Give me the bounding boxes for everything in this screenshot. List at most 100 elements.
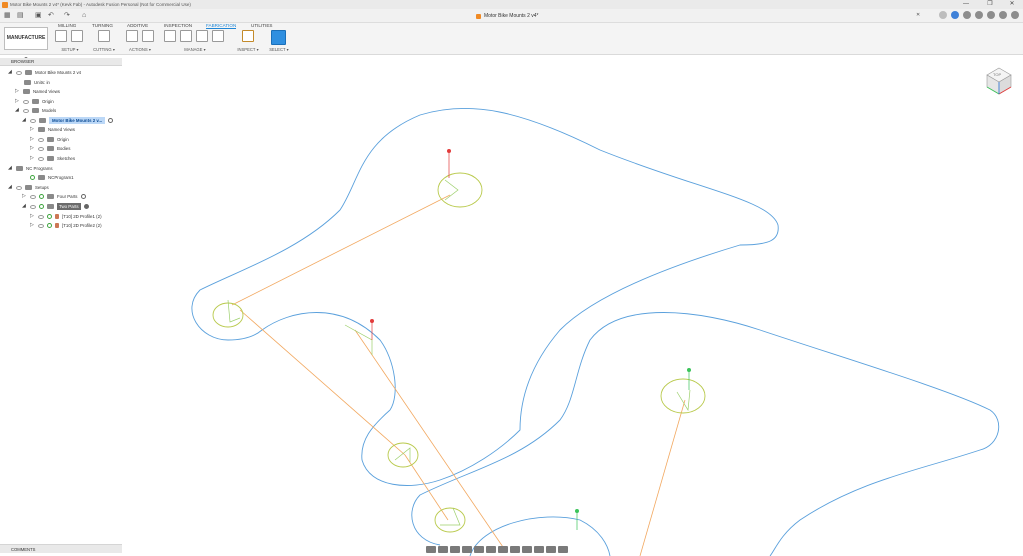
home-icon[interactable]: ⌂ xyxy=(82,12,86,19)
help-icon[interactable] xyxy=(999,11,1007,19)
post-process-icon[interactable] xyxy=(142,30,154,42)
pan-icon[interactable] xyxy=(450,545,460,553)
new-tab-icon[interactable] xyxy=(939,11,947,19)
collapse-arrow-icon[interactable]: ◢ xyxy=(8,185,13,190)
eye-icon[interactable] xyxy=(30,204,36,209)
tree-item-nc-programs[interactable]: ◢ NC Programs xyxy=(8,164,53,173)
save-icon[interactable]: ▣ xyxy=(35,12,42,19)
collapse-arrow-icon[interactable]: ◢ xyxy=(22,204,27,209)
activate-radio-icon[interactable] xyxy=(80,194,86,199)
eye-icon[interactable] xyxy=(38,137,44,142)
tree-item-origin[interactable]: ▷ Origin xyxy=(30,135,69,144)
collapse-arrow-icon[interactable]: ◢ xyxy=(22,118,27,123)
document-tab[interactable]: Motor Bike Mounts 2 v4* xyxy=(476,11,538,21)
eye-icon[interactable] xyxy=(30,194,36,199)
undo-icon[interactable]: ↶ xyxy=(48,12,54,19)
new-folder-icon[interactable] xyxy=(55,30,67,42)
actions-group-label[interactable]: ACTIONS ▾ xyxy=(124,47,156,52)
job-status-icon[interactable] xyxy=(963,11,971,19)
look-at-icon[interactable] xyxy=(438,545,448,553)
tab-inspection[interactable]: INSPECTION xyxy=(164,23,192,28)
setup-icon[interactable] xyxy=(71,30,83,42)
tab-utilities[interactable]: UTILITIES xyxy=(251,23,272,28)
expand-arrow-icon[interactable]: ▷ xyxy=(22,194,27,199)
file-menu-icon[interactable]: ▤ xyxy=(17,12,24,19)
tree-item-named-views[interactable]: ▷ Named Views xyxy=(30,125,75,134)
template-library-icon[interactable] xyxy=(180,30,192,42)
maximize-button[interactable]: ❐ xyxy=(979,0,1001,9)
eye-icon[interactable] xyxy=(38,214,44,219)
post-library-icon[interactable] xyxy=(196,30,208,42)
eye-icon[interactable] xyxy=(38,156,44,161)
orbit-icon[interactable] xyxy=(426,545,436,553)
tree-item-units[interactable]: Units: in xyxy=(24,78,50,87)
toolpath-display-icon[interactable] xyxy=(558,545,568,553)
setup-group-label[interactable]: SETUP ▾ xyxy=(53,47,87,52)
expand-arrow-icon[interactable]: ▷ xyxy=(30,127,35,132)
eye-icon[interactable] xyxy=(38,223,44,228)
stock-icon[interactable] xyxy=(534,545,544,553)
eye-icon[interactable] xyxy=(16,70,22,75)
display-settings-icon[interactable] xyxy=(486,545,496,553)
eye-icon[interactable] xyxy=(23,108,29,113)
eye-icon[interactable] xyxy=(30,118,36,123)
zoom-window-icon[interactable] xyxy=(474,545,484,553)
tree-item-sketches[interactable]: ▷ Sketches xyxy=(30,154,75,163)
workspace-switcher[interactable]: MANUFACTURE ▾ xyxy=(4,27,48,62)
tree-item-models[interactable]: ◢ Models xyxy=(15,106,56,115)
inspect-group-label[interactable]: INSPECT ▾ xyxy=(236,47,260,52)
task-manager-icon[interactable] xyxy=(212,30,224,42)
tree-item-named-views[interactable]: ▷ Named Views xyxy=(15,87,60,96)
collapse-arrow-icon[interactable]: ◢ xyxy=(15,108,20,113)
view-cube[interactable]: TOP xyxy=(984,64,1014,96)
grid-settings-icon[interactable] xyxy=(498,545,508,553)
tree-item-model-component[interactable]: ◢ Motor Bike Mounts 2 v... xyxy=(22,116,114,125)
tree-item-operation[interactable]: ▷ [T10] 2D Profile1 (2) xyxy=(30,212,102,221)
tab-turning[interactable]: TURNING xyxy=(92,23,113,28)
cutting-group-label[interactable]: CUTTING ▾ xyxy=(92,47,116,52)
tree-item-origin[interactable]: ▷ Origin xyxy=(15,97,54,106)
eye-icon[interactable] xyxy=(38,146,44,151)
tool-library-icon[interactable] xyxy=(164,30,176,42)
active-radio-icon[interactable] xyxy=(83,204,89,209)
eye-icon[interactable] xyxy=(23,99,29,104)
tree-item-nc-program[interactable]: NCProgram1 xyxy=(30,173,74,182)
tree-item-root[interactable]: ◢ Motor Bike Mounts 2 v4 xyxy=(8,68,81,77)
tree-item-bodies[interactable]: ▷ Bodies xyxy=(30,144,70,153)
tab-fabrication[interactable]: FABRICATION xyxy=(206,23,237,29)
document-tab-close-button[interactable]: ✕ xyxy=(916,12,920,19)
notifications-icon[interactable] xyxy=(987,11,995,19)
tab-additive[interactable]: ADDITIVE xyxy=(127,23,148,28)
expand-arrow-icon[interactable]: ▷ xyxy=(30,137,35,142)
user-avatar-icon[interactable] xyxy=(1011,11,1019,19)
expand-arrow-icon[interactable]: ▷ xyxy=(30,214,35,219)
simulation-icon[interactable] xyxy=(522,545,532,553)
data-panel-icon[interactable] xyxy=(951,11,959,19)
measure-icon[interactable] xyxy=(242,30,254,42)
eye-icon[interactable] xyxy=(16,185,22,190)
activate-radio-icon[interactable] xyxy=(108,118,114,123)
comments-panel[interactable]: COMMENTS xyxy=(0,544,122,553)
viewports-icon[interactable] xyxy=(510,545,520,553)
redo-icon[interactable]: ↷ xyxy=(64,12,70,19)
browser-header[interactable]: BROWSER xyxy=(0,58,122,66)
expand-arrow-icon[interactable]: ▷ xyxy=(15,99,20,104)
tool-display-icon[interactable] xyxy=(546,545,556,553)
extensions-icon[interactable] xyxy=(975,11,983,19)
simulate-icon[interactable] xyxy=(126,30,138,42)
expand-arrow-icon[interactable]: ▷ xyxy=(30,146,35,151)
tab-milling[interactable]: MILLING xyxy=(58,23,76,28)
zoom-icon[interactable] xyxy=(462,545,472,553)
tree-item-setup-four-parts[interactable]: ▷ Four Parts xyxy=(22,192,86,201)
expand-arrow-icon[interactable]: ▷ xyxy=(15,89,20,94)
select-group-label[interactable]: SELECT ▾ xyxy=(267,47,291,52)
collapse-arrow-icon[interactable]: ◢ xyxy=(8,166,13,171)
expand-arrow-icon[interactable]: ▷ xyxy=(30,156,35,161)
tree-item-setup-two-parts[interactable]: ◢ Two Parts xyxy=(22,202,89,211)
minimize-button[interactable]: — xyxy=(955,0,977,9)
manage-group-label[interactable]: MANAGE ▾ xyxy=(162,47,228,52)
collapse-arrow-icon[interactable]: ◢ xyxy=(8,70,13,75)
graphics-canvas[interactable] xyxy=(125,56,1023,556)
cutting-icon[interactable] xyxy=(98,30,110,42)
app-grid-icon[interactable]: ▦ xyxy=(4,12,11,19)
